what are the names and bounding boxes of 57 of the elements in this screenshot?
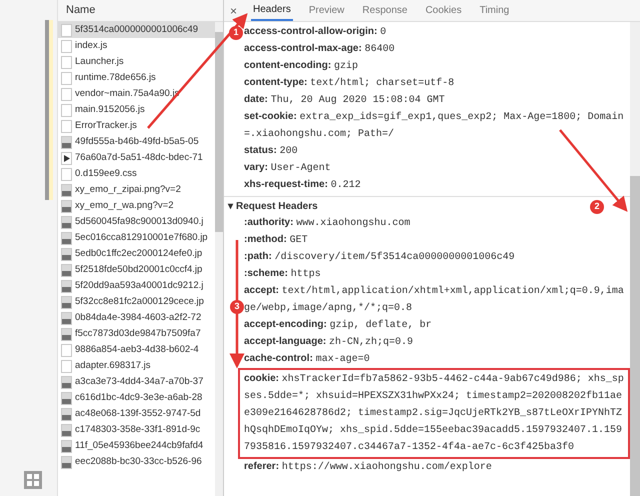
image-icon [61,312,72,324]
close-button[interactable]: × [230,4,238,16]
tab[interactable]: Timing [478,0,512,21]
image-icon [61,248,72,260]
file-icon [61,56,72,68]
header-line: :scheme: https [244,267,322,282]
header-line: accept-language: zh-CN,zh;q=0.9 [244,335,414,350]
file-icon [61,88,72,100]
section-header[interactable]: ▾ Request Headers [228,199,318,215]
file-icon [61,360,72,372]
tab[interactable]: Preview [306,0,346,21]
header-line: accept-encoding: gzip, deflate, br [244,318,433,333]
file-icon [61,72,72,84]
file-icon [61,24,72,36]
file-icon [61,120,72,132]
play-icon [61,152,72,164]
image-icon [61,296,72,308]
tab[interactable]: Response [360,0,410,21]
grid-icon[interactable] [23,470,43,490]
header-line: xhs-request-time: 0.212 [244,178,362,193]
column-header[interactable]: Name [58,0,223,22]
file-icon [61,168,72,180]
image-icon [61,136,72,148]
image-icon [61,232,72,244]
header-line: :authority: www.xiaohongshu.com [244,216,412,231]
file-icon [61,104,72,116]
file-icon [61,40,72,52]
image-icon [61,216,72,228]
image-icon [61,184,72,196]
tab[interactable]: Cookies [423,0,464,21]
image-icon [61,456,72,468]
annotation-badge: 2 [590,200,604,214]
header-line: :method: GET [244,233,309,248]
tab[interactable]: Headers [251,0,293,21]
header-line: cache-control: max-age=0 [244,352,371,367]
image-icon [61,424,72,436]
header-line: access-control-allow-origin: 0 [244,25,388,40]
header-line: content-type: text/html; charset=utf-8 [244,76,456,91]
header-line: access-control-max-age: 86400 [244,42,396,57]
annotation-badge: 3 [230,300,244,314]
image-icon [61,200,72,212]
header-line: :path: /discovery/item/5f3514ca0000000001006c49 [244,250,516,265]
annotation-badge: 1 [229,26,243,40]
image-icon [61,376,72,388]
header-line: content-encoding: gzip [244,59,360,74]
header-line: status: 200 [244,144,299,159]
header-line: referer: https://www.xiaohongshu.com/explore [244,460,493,475]
image-icon [61,440,72,452]
image-icon [61,408,72,420]
header-line: vary: User-Agent [244,161,332,176]
image-icon [61,264,72,276]
file-icon [61,344,72,356]
image-icon [61,280,72,292]
image-icon [61,328,72,340]
image-icon [61,392,72,404]
header-line: date: Thu, 20 Aug 2020 15:08:04 GMT [244,93,446,108]
file-row[interactable]: 5f3514ca0000000001006c49 [58,22,215,38]
